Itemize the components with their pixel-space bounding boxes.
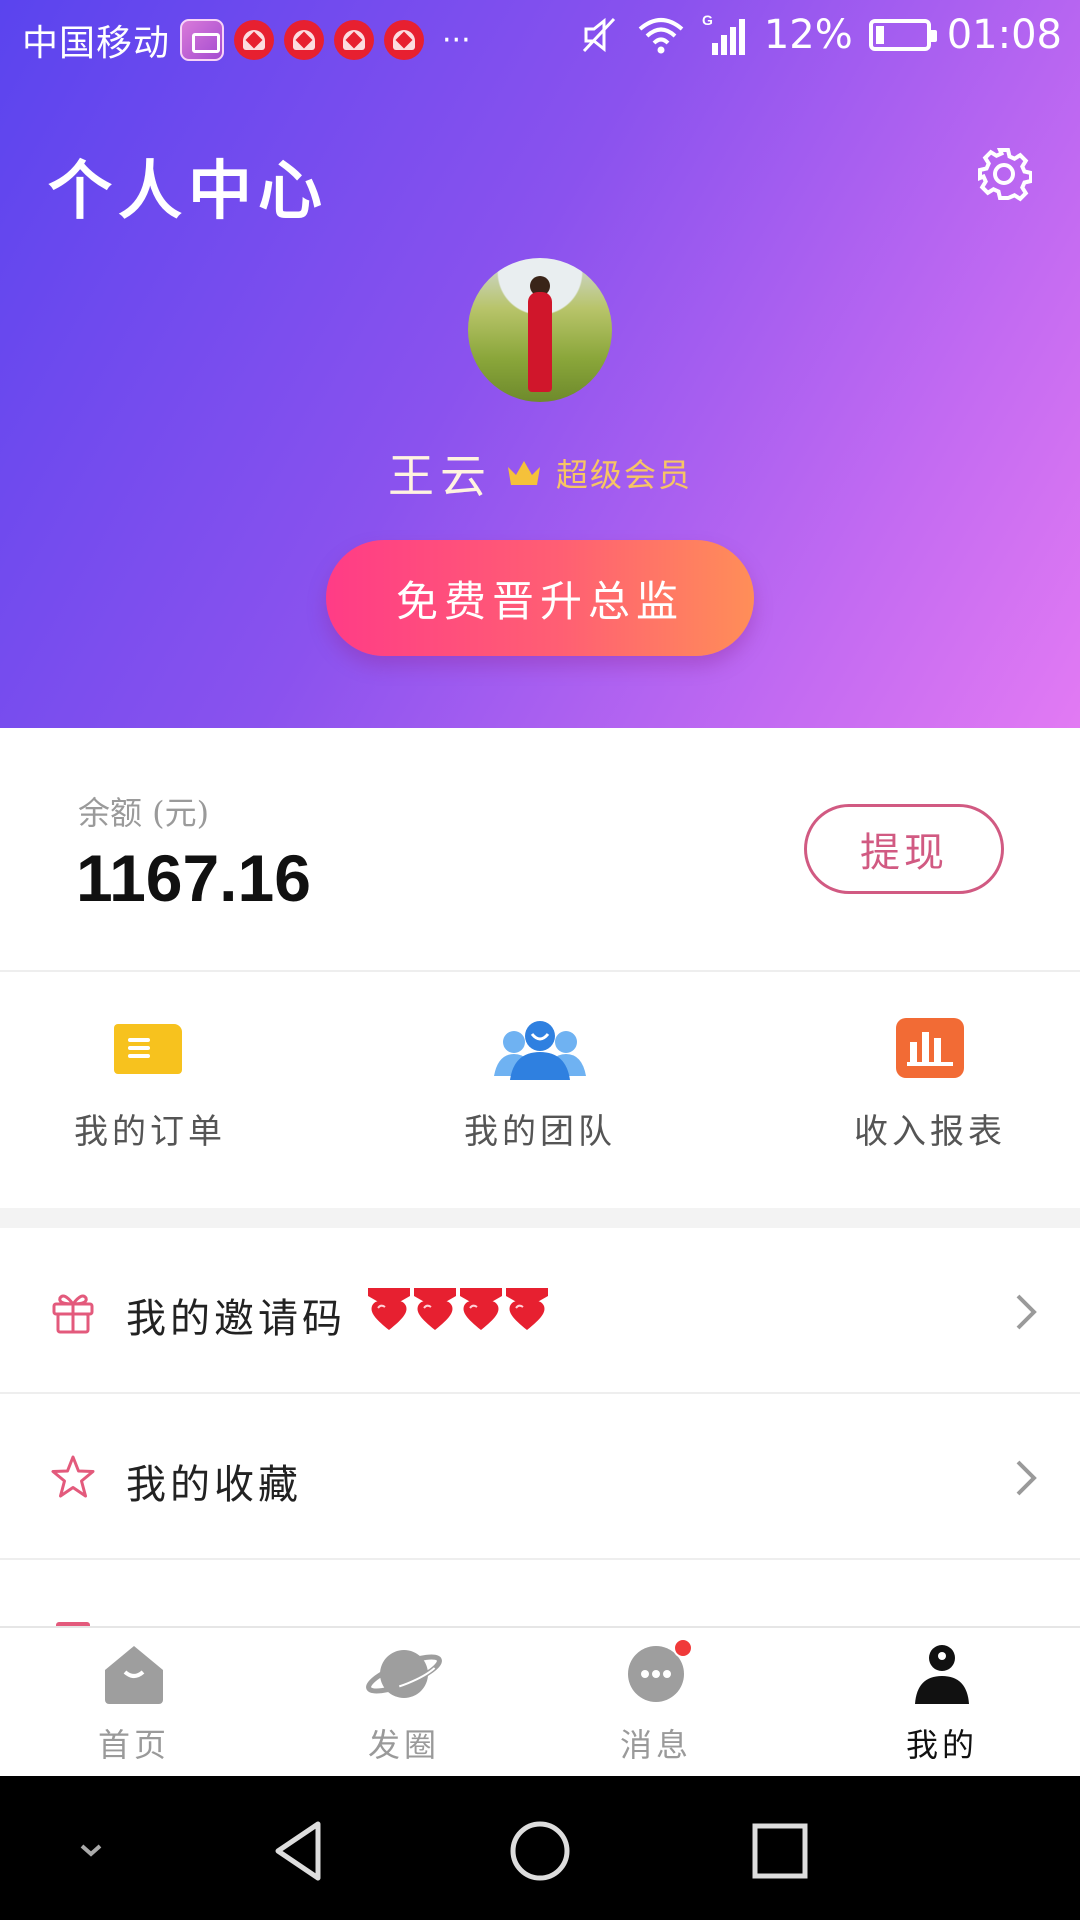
avatar-figure-dress	[528, 292, 552, 392]
tab-label: 发圈	[367, 1726, 440, 1764]
bottom-tab-bar: 首页 发圈 消息 我的	[0, 1626, 1080, 1776]
invite-code-emoji	[368, 1288, 548, 1332]
more-notifications-icon: ···	[442, 22, 471, 58]
tab-moments[interactable]: 发圈	[304, 1642, 504, 1766]
home-button-icon[interactable]	[505, 1816, 575, 1886]
tab-profile[interactable]: 我的	[842, 1642, 1042, 1766]
heart-emoji-icon	[506, 1288, 548, 1330]
tab-label: 首页	[97, 1726, 170, 1764]
list-item-label: 我的收藏	[126, 1462, 302, 1508]
quick-actions: 我的订单 我的团队 收入报表	[0, 972, 1080, 1208]
carrier-name: 中国移动	[22, 23, 171, 64]
back-icon[interactable]	[264, 1816, 334, 1886]
message-icon	[623, 1638, 693, 1706]
heart-notification-icon	[234, 20, 275, 60]
tab-label: 我的	[905, 1726, 978, 1764]
list-item-invite-code[interactable]: 我的邀请码	[0, 1228, 1080, 1394]
quick-action-label: 我的订单	[74, 1112, 226, 1152]
signal-icon: G	[702, 13, 745, 55]
battery-icon	[868, 19, 937, 51]
battery-percent: 12%	[763, 12, 853, 58]
wifi-icon	[638, 18, 684, 54]
status-right: G 12% 01:08	[580, 12, 1062, 58]
list-item-label: 我的邀请码	[126, 1296, 346, 1342]
profile-icon	[915, 1645, 969, 1704]
network-type-label: G	[702, 13, 713, 28]
quick-action-label: 收入报表	[854, 1112, 1006, 1152]
avatar[interactable]	[468, 258, 612, 402]
settings-gear-icon[interactable]	[976, 146, 1032, 202]
order-icon	[114, 1024, 182, 1074]
quick-action-label: 我的团队	[464, 1112, 616, 1152]
heart-notification-icon	[284, 20, 325, 60]
heart-emoji-icon	[368, 1288, 410, 1330]
hide-keyboard-icon[interactable]	[56, 1816, 126, 1886]
heart-emoji-icon	[460, 1288, 502, 1330]
balance-value: 1167.16	[76, 841, 311, 915]
chevron-right-icon	[1016, 1294, 1037, 1330]
recents-icon[interactable]	[745, 1816, 815, 1886]
clock: 01:08	[946, 12, 1062, 58]
quick-action-report[interactable]: 收入报表	[810, 1016, 1050, 1153]
balance-card: 余额 (元) 1167.16 提现	[0, 728, 1080, 972]
team-icon	[494, 1021, 586, 1080]
report-icon	[896, 1018, 964, 1078]
status-left: 中国移动 ···	[22, 14, 471, 66]
heart-notification-icon	[384, 20, 425, 60]
withdraw-button[interactable]: 提现	[804, 804, 1004, 894]
tab-label: 消息	[619, 1726, 692, 1764]
app-notification-icon	[180, 19, 225, 61]
balance-label: 余额 (元)	[78, 794, 210, 832]
quick-action-orders[interactable]: 我的订单	[30, 1016, 270, 1153]
list-item-favorites[interactable]: 我的收藏	[0, 1394, 1080, 1560]
star-icon	[51, 1455, 95, 1498]
system-navigation-bar	[0, 1776, 1080, 1920]
list-item-partial	[0, 1562, 1080, 1628]
username: 王云	[387, 449, 492, 503]
chevron-right-icon	[1016, 1460, 1037, 1496]
page-title: 个人中心	[48, 154, 328, 229]
status-bar: 中国移动 ··· G 12% 01:08	[0, 0, 1080, 78]
upgrade-button[interactable]: 免费晋升总监	[326, 540, 754, 656]
crown-icon	[507, 461, 540, 485]
unread-badge	[673, 1638, 693, 1658]
tab-messages[interactable]: 消息	[556, 1638, 756, 1766]
planet-icon	[366, 1650, 442, 1698]
member-level: 超级会员	[555, 456, 692, 494]
quick-action-team[interactable]: 我的团队	[420, 1016, 660, 1153]
mute-icon	[582, 17, 615, 53]
heart-emoji-icon	[414, 1288, 456, 1330]
gift-icon	[52, 1294, 94, 1334]
section-divider	[0, 1208, 1080, 1228]
home-icon	[105, 1646, 163, 1704]
tab-home[interactable]: 首页	[34, 1642, 234, 1766]
heart-notification-icon	[334, 20, 375, 60]
user-info: 王云 超级会员	[0, 440, 1080, 506]
